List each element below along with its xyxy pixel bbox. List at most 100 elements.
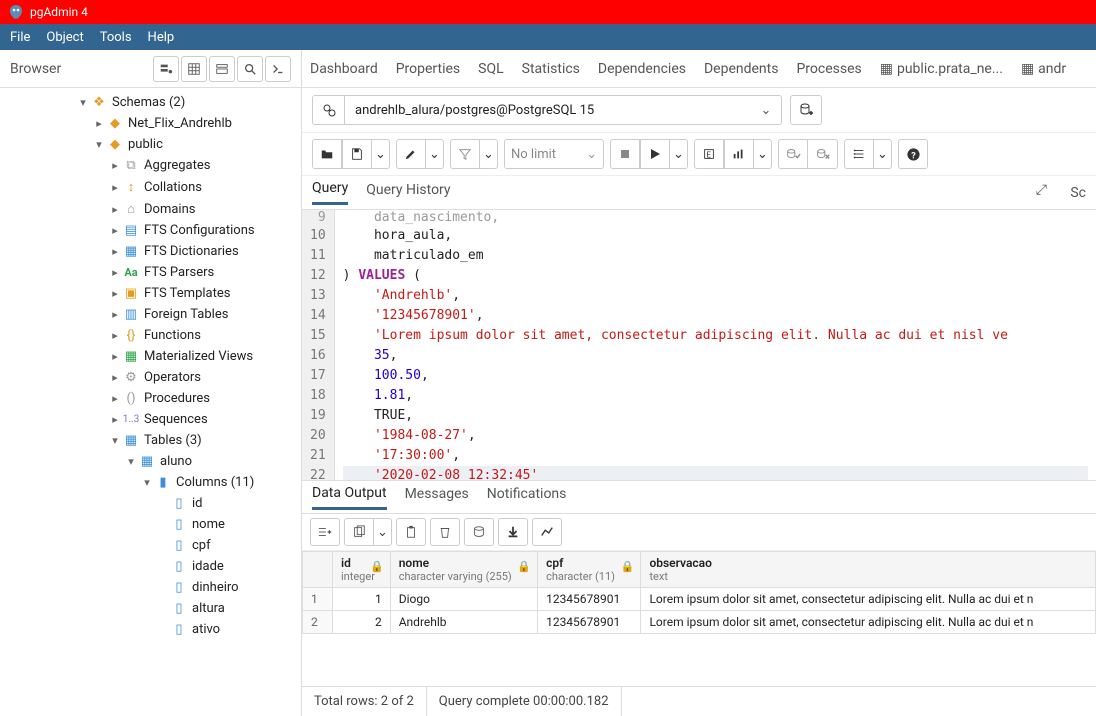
browser-terminal-icon[interactable] — [265, 56, 291, 82]
tree-col-cpf[interactable]: ▯cpf — [0, 535, 301, 556]
tree-ftstemplates[interactable]: ▸▣FTS Templates — [0, 283, 301, 304]
copy-button[interactable] — [344, 518, 374, 546]
graph-button[interactable] — [532, 518, 562, 546]
connection-status-icon — [313, 96, 345, 124]
tree-schemas[interactable]: ▾❖Schemas (2) — [0, 92, 301, 113]
tree-aggregates[interactable]: ▸⧉Aggregates — [0, 155, 301, 176]
browser-tool-1[interactable] — [153, 56, 179, 82]
macro-button[interactable] — [844, 139, 874, 169]
col-nome[interactable]: nomecharacter varying (255)🔒 — [390, 552, 537, 588]
save-data-button[interactable] — [464, 518, 494, 546]
save-dropdown[interactable]: ⌄ — [372, 139, 390, 169]
subtab-history[interactable]: Query History — [366, 182, 450, 204]
tree-col-nome[interactable]: ▯nome — [0, 514, 301, 535]
query-toolbar: ⌄ ⌄ ⌄ No limit⌄ ⌄ E ⌄ — [302, 133, 1096, 176]
tree-operators[interactable]: ▸⚙Operators — [0, 367, 301, 388]
execute-button[interactable] — [640, 139, 670, 169]
save-button[interactable] — [342, 139, 372, 169]
tab-statistics[interactable]: Statistics — [522, 61, 580, 77]
delete-button[interactable] — [430, 518, 460, 546]
tree-col-idade[interactable]: ▯idade — [0, 556, 301, 577]
explain-dropdown[interactable]: ⌄ — [754, 139, 772, 169]
tree-col-id[interactable]: ▯id — [0, 493, 301, 514]
tree-domains[interactable]: ▸⌂Domains — [0, 198, 301, 220]
tab-dependents[interactable]: Dependents — [704, 61, 778, 77]
macro-dropdown[interactable]: ⌄ — [874, 139, 892, 169]
connection-selector[interactable]: andrehlb_alura/postgres@PostgreSQL 15 ⌄ — [312, 95, 782, 125]
menu-file[interactable]: File — [10, 30, 30, 45]
browser-search-icon[interactable] — [237, 56, 263, 82]
commit-button[interactable] — [778, 139, 808, 169]
menu-help[interactable]: Help — [148, 30, 175, 45]
rollback-button[interactable] — [808, 139, 838, 169]
add-row-button[interactable] — [310, 518, 340, 546]
tree-col-altura[interactable]: ▯altura — [0, 598, 301, 619]
svg-text:?: ? — [911, 150, 916, 161]
tree-schema-public[interactable]: ▾◆public — [0, 134, 301, 155]
tab-data-output[interactable]: Data Output — [312, 485, 387, 510]
tree-collations[interactable]: ▸↕Collations — [0, 176, 301, 198]
edit-button[interactable] — [396, 139, 426, 169]
table-row[interactable]: 11Diogo12345678901Lorem ipsum dolor sit … — [303, 588, 1096, 611]
tab-processes[interactable]: Processes — [796, 61, 861, 77]
object-tree[interactable]: ▾❖Schemas (2) ▸◆Net_Flix_Andrehlb ▾◆publ… — [0, 88, 301, 716]
filter-button[interactable] — [450, 139, 480, 169]
tree-col-ativo[interactable]: ▯ativo — [0, 619, 301, 640]
open-file-button[interactable] — [312, 139, 342, 169]
tab-query-2[interactable]: ▦andr — [1021, 61, 1066, 77]
subtab-scratch[interactable]: Sc — [1070, 185, 1086, 201]
main-tabs: Dashboard Properties SQL Statistics Depe… — [302, 50, 1096, 88]
new-connection-button[interactable] — [790, 95, 822, 125]
tree-procedures[interactable]: ▸()Procedures — [0, 388, 301, 409]
explain-button[interactable]: E — [694, 139, 724, 169]
tree-ftsdict[interactable]: ▸▦FTS Dictionaries — [0, 241, 301, 262]
browser-panel: Browser ▾❖Schemas (2) ▸◆Net_Flix_Andrehl… — [0, 50, 302, 716]
stop-button[interactable] — [610, 139, 640, 169]
menu-object[interactable]: Object — [46, 30, 83, 45]
limit-selector[interactable]: No limit⌄ — [504, 139, 604, 169]
col-id[interactable]: idinteger🔒 — [333, 552, 391, 588]
browser-tool-3[interactable] — [209, 56, 235, 82]
explain-analyze-button[interactable] — [724, 139, 754, 169]
browser-tool-2[interactable] — [181, 56, 207, 82]
expand-icon[interactable]: ⤢ — [1030, 182, 1052, 204]
tree-table-aluno[interactable]: ▾▦aluno — [0, 451, 301, 472]
col-cpf[interactable]: cpfcharacter (11)🔒 — [538, 552, 641, 588]
tab-notifications[interactable]: Notifications — [487, 486, 567, 508]
edit-dropdown[interactable]: ⌄ — [426, 139, 444, 169]
help-button[interactable]: ? — [898, 139, 928, 169]
output-tabs: Data Output Messages Notifications — [302, 480, 1096, 514]
menu-tools[interactable]: Tools — [100, 30, 132, 45]
status-bar: Total rows: 2 of 2 Query complete 00:00:… — [302, 686, 1096, 716]
window-titlebar: pgAdmin 4 — [0, 0, 1096, 24]
sql-editor[interactable]: 910111213141516171819202122 data_nascime… — [302, 210, 1096, 480]
tab-sql[interactable]: SQL — [478, 61, 503, 77]
paste-button[interactable] — [396, 518, 426, 546]
tab-messages[interactable]: Messages — [405, 486, 469, 508]
download-button[interactable] — [498, 518, 528, 546]
tree-foreigntables[interactable]: ▸▥Foreign Tables — [0, 304, 301, 325]
tree-tables[interactable]: ▾▦Tables (3) — [0, 430, 301, 451]
tab-dashboard[interactable]: Dashboard — [310, 61, 378, 77]
tree-ftsconf[interactable]: ▸▤FTS Configurations — [0, 220, 301, 241]
tab-dependencies[interactable]: Dependencies — [598, 61, 686, 77]
subtab-query[interactable]: Query — [312, 180, 348, 205]
col-observacao[interactable]: observacaotext — [641, 552, 1096, 588]
tree-col-dinheiro[interactable]: ▯dinheiro — [0, 577, 301, 598]
tree-matviews[interactable]: ▸▦Materialized Views — [0, 346, 301, 367]
copy-dropdown[interactable]: ⌄ — [374, 518, 392, 546]
tree-sequences[interactable]: ▸1..3Sequences — [0, 409, 301, 430]
lock-icon: 🔒 — [370, 560, 384, 573]
tab-query-1[interactable]: ▦public.prata_ne... — [880, 61, 1003, 77]
lock-icon: 🔒 — [621, 560, 635, 573]
filter-dropdown[interactable]: ⌄ — [480, 139, 498, 169]
tree-ftsparsers[interactable]: ▸AaFTS Parsers — [0, 262, 301, 283]
table-row[interactable]: 22Andrehlb12345678901Lorem ipsum dolor s… — [303, 611, 1096, 634]
tree-schema-netflix[interactable]: ▸◆Net_Flix_Andrehlb — [0, 113, 301, 134]
tree-functions[interactable]: ▸{}Functions — [0, 325, 301, 346]
execute-dropdown[interactable]: ⌄ — [670, 139, 688, 169]
tree-columns[interactable]: ▾▮Columns (11) — [0, 472, 301, 493]
tab-properties[interactable]: Properties — [396, 61, 460, 77]
code-area[interactable]: data_nascimento, hora_aula, matriculado_… — [335, 210, 1096, 480]
result-grid[interactable]: idinteger🔒 nomecharacter varying (255)🔒 … — [302, 551, 1096, 686]
